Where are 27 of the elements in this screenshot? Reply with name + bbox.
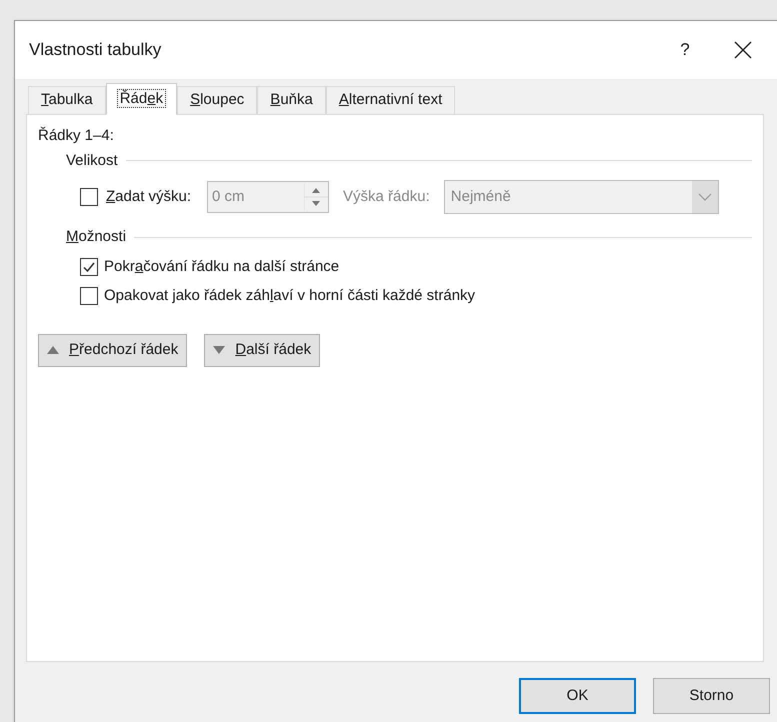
checkbox-label: Zadat výšku: [106, 186, 192, 207]
tab[interactable]: Tabulka [28, 86, 106, 114]
checkbox[interactable] [80, 188, 98, 206]
checkbox-label: Pokračování řádku na další stránce [104, 256, 340, 276]
window-title: Vlastnosti tabulky [29, 39, 162, 62]
help-button[interactable]: ? [670, 37, 700, 63]
checkmark-icon [82, 260, 96, 274]
cancel-button[interactable]: Storno [653, 678, 770, 714]
tab[interactable]: Buňka [257, 86, 326, 114]
triangle-up-icon [47, 346, 59, 354]
rows-heading: Řádky 1–4: [38, 126, 114, 146]
chevron-down-icon [692, 181, 718, 213]
checkbox[interactable] [80, 287, 98, 306]
tab[interactable]: Řádek [106, 83, 178, 115]
ok-button[interactable]: OK [519, 678, 636, 714]
spinner-arrows-icon [304, 183, 328, 211]
checkbox[interactable] [80, 258, 98, 276]
triangle-down-icon [213, 346, 226, 354]
close-icon[interactable] [734, 41, 752, 59]
checkbox-label: Opakovat jako řádek záhlaví v horní části každé stránky [104, 286, 476, 306]
group-heading: Velikost [66, 150, 118, 170]
group-heading: Možnosti [66, 227, 126, 247]
previous-row-button[interactable]: Předchozí řádek [38, 334, 188, 366]
tab[interactable]: Sloupec [177, 86, 258, 114]
next-row-button[interactable]: Další řádek [204, 334, 320, 366]
row-height-label: Výška řádku: [343, 186, 430, 207]
tab[interactable]: Alternativní text [326, 86, 456, 114]
